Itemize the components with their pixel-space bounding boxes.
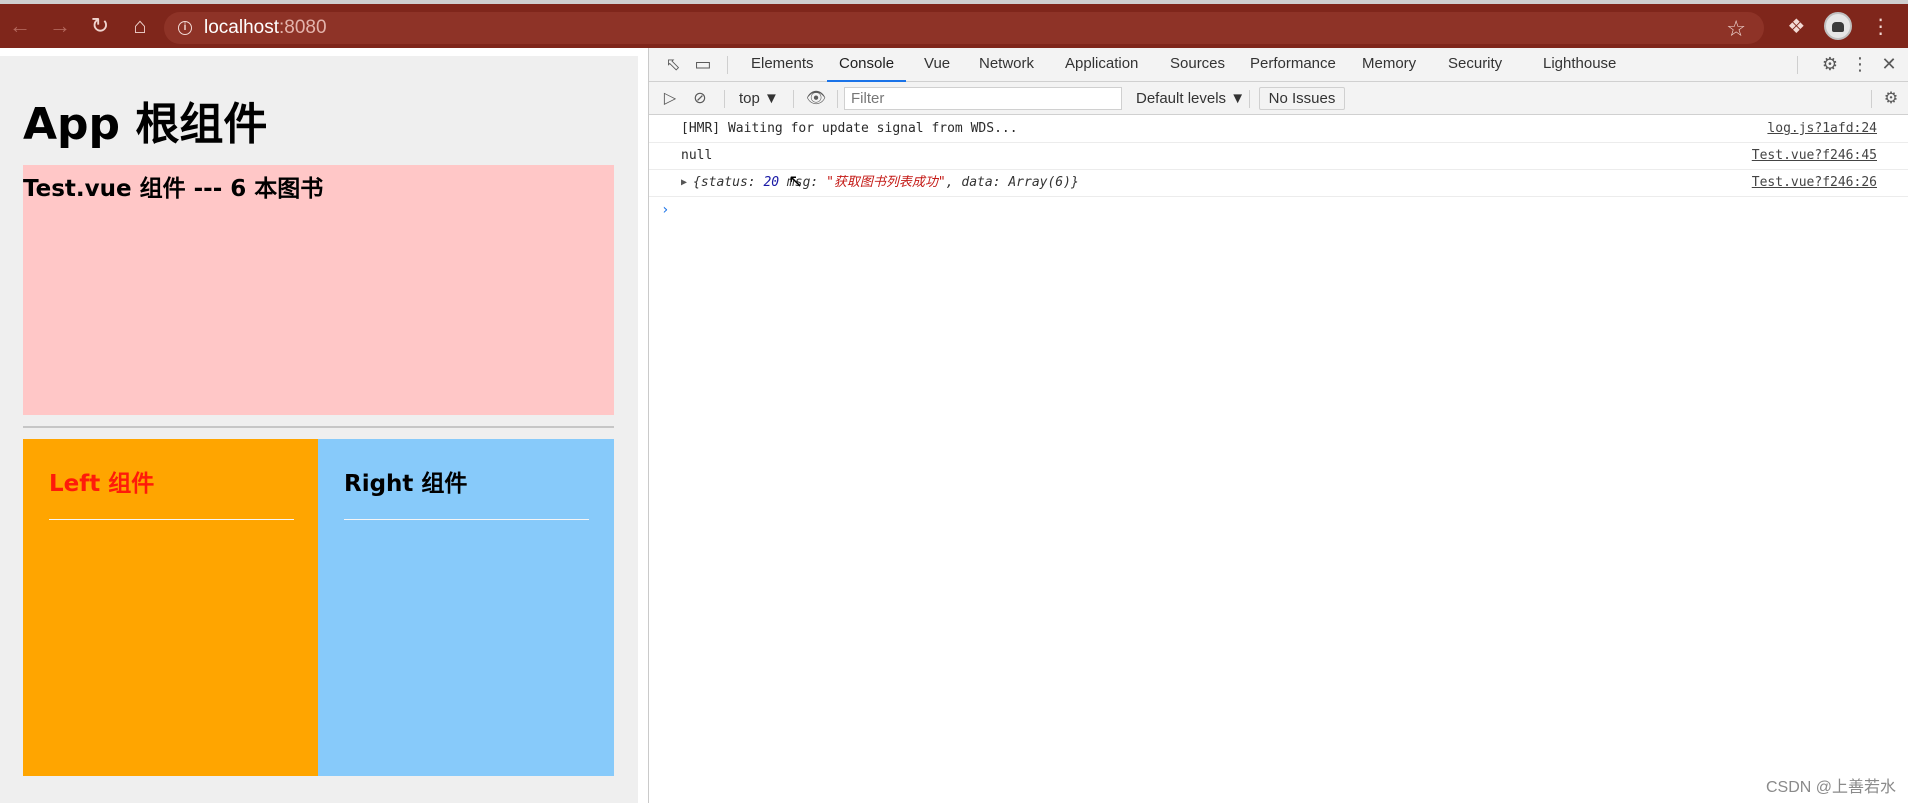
console-prompt-row[interactable]: ›	[649, 197, 1908, 223]
bookmark-star-icon[interactable]: ☆	[1726, 16, 1746, 42]
filter-input[interactable]: Filter	[844, 87, 1122, 110]
right-component: Right 组件	[318, 439, 614, 776]
tab-elements[interactable]: Elements	[751, 48, 814, 82]
tab-network[interactable]: Network	[979, 48, 1034, 82]
left-divider	[49, 519, 294, 520]
log-source-link[interactable]: Test.vue?f246:26	[1752, 170, 1877, 196]
tab-sources[interactable]: Sources	[1170, 48, 1225, 82]
console-settings-gear-icon[interactable]: ⚙	[1878, 82, 1904, 115]
watermark: CSDN @上善若水	[1765, 779, 1896, 796]
log-row: ▶ {status: 20 msg: "获取图书列表成功", data: Arr…	[649, 170, 1908, 197]
separator	[724, 90, 725, 108]
info-icon[interactable]: i	[178, 21, 192, 35]
log-source-link[interactable]: log.js?1afd:24	[1767, 116, 1877, 142]
issues-button[interactable]: No Issues	[1259, 87, 1345, 110]
devtools-tabbar: ⬁ ▭ Elements Console Vue Network Applica…	[649, 48, 1908, 82]
address-bar[interactable]: i localhost:8080 ☆	[164, 12, 1764, 44]
kebab-menu-icon[interactable]: ⋮	[1871, 14, 1891, 39]
live-expression-eye-icon[interactable]: 👁	[803, 82, 829, 115]
extensions-puzzle-icon[interactable]: ❖	[1787, 14, 1805, 39]
mouse-cursor-icon: ↖	[788, 171, 804, 191]
app-title: App 根组件	[23, 99, 268, 150]
log-row: [HMR] Waiting for update signal from WDS…	[649, 116, 1908, 143]
profile-avatar[interactable]	[1823, 12, 1852, 40]
log-source-link[interactable]: Test.vue?f246:45	[1752, 143, 1877, 169]
divider	[23, 426, 614, 428]
separator	[727, 56, 728, 74]
device-toolbar-icon[interactable]: ▭	[691, 48, 715, 82]
right-divider	[344, 519, 589, 520]
close-icon[interactable]: ✕	[1877, 48, 1901, 82]
log-object[interactable]: {status: 20 msg: "获取图书列表成功", data: Array…	[693, 170, 1079, 196]
page-viewport: App 根组件 Test.vue 组件 --- 6 本图书 Left 组件 Ri…	[0, 48, 648, 803]
left-component: Left 组件	[23, 439, 318, 776]
test-title: Test.vue 组件 --- 6 本图书	[23, 176, 324, 202]
tab-lighthouse[interactable]: Lighthouse	[1543, 48, 1616, 82]
devtools-panel: ⬁ ▭ Elements Console Vue Network Applica…	[648, 48, 1908, 803]
sidebar-toggle-icon[interactable]: ▷	[657, 82, 683, 115]
app-root: App 根组件 Test.vue 组件 --- 6 本图书 Left 组件 Ri…	[0, 56, 638, 803]
separator	[793, 90, 794, 108]
inspect-element-icon[interactable]: ⬁	[661, 48, 685, 82]
tab-console[interactable]: Console	[827, 48, 907, 82]
console-output: [HMR] Waiting for update signal from WDS…	[649, 116, 1908, 223]
context-selector[interactable]: top ▼	[739, 82, 779, 115]
log-message: null	[681, 148, 713, 163]
browser-toolbar: ← → ↻ ⌂ i localhost:8080 ☆ ❖ ⋮	[0, 0, 1908, 48]
separator	[837, 90, 838, 108]
url-host: localhost	[204, 17, 279, 38]
tab-vue[interactable]: Vue	[924, 48, 950, 82]
left-title: Left 组件	[49, 471, 155, 497]
test-component: Test.vue 组件 --- 6 本图书	[23, 165, 614, 415]
right-title: Right 组件	[344, 471, 468, 497]
obj-msg: "获取图书列表成功"	[826, 175, 946, 190]
back-arrow-icon[interactable]: ←	[0, 4, 40, 48]
obj-tail: , data: Array(6)}	[945, 175, 1079, 190]
log-levels-dropdown[interactable]: Default levels ▼	[1136, 82, 1245, 115]
log-row: null Test.vue?f246:45	[649, 143, 1908, 170]
separator	[1871, 90, 1872, 108]
prompt-chevron-icon: ›	[661, 202, 670, 218]
separator	[1797, 56, 1798, 74]
expand-triangle-icon[interactable]: ▶	[681, 170, 687, 196]
settings-gear-icon[interactable]: ⚙	[1818, 48, 1842, 82]
more-options-icon[interactable]: ⋮	[1848, 48, 1872, 82]
reload-icon[interactable]: ↻	[80, 4, 120, 48]
tab-performance[interactable]: Performance	[1250, 48, 1336, 82]
toolbar-right: ❖ ⋮	[1778, 4, 1908, 48]
obj-open: {status:	[693, 175, 764, 190]
home-icon[interactable]: ⌂	[120, 4, 160, 48]
tab-memory[interactable]: Memory	[1362, 48, 1416, 82]
log-message: [HMR] Waiting for update signal from WDS…	[681, 121, 1018, 136]
console-toolbar: ▷ ⊘ top ▼ 👁 Filter Default levels ▼ No I…	[649, 82, 1908, 115]
tab-security[interactable]: Security	[1448, 48, 1502, 82]
separator	[1249, 90, 1250, 108]
url-port: :8080	[279, 17, 327, 38]
obj-status: 20	[763, 175, 780, 190]
tab-application[interactable]: Application	[1065, 48, 1138, 82]
clear-console-icon[interactable]: ⊘	[687, 82, 713, 115]
forward-arrow-icon[interactable]: →	[40, 4, 80, 48]
